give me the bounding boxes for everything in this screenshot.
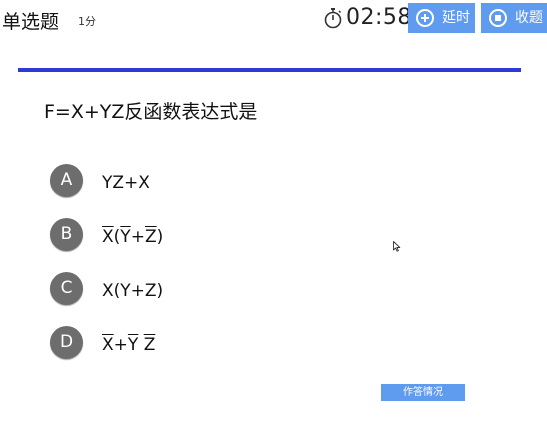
collect-answers-button[interactable]: 收题	[481, 3, 547, 33]
option-a[interactable]: A YZ+X	[50, 164, 350, 198]
option-d-part: Y	[127, 335, 139, 355]
option-d-badge: D	[50, 326, 83, 359]
question-text: F=X+YZ反函数表达式是	[44, 101, 258, 123]
stopwatch-icon	[323, 7, 343, 29]
option-d-text: X+Y Z	[102, 334, 155, 356]
plus-circle-icon	[416, 9, 434, 27]
option-b-part: Y	[120, 227, 131, 247]
option-c-badge: C	[50, 272, 83, 305]
extend-time-label: 延时	[442, 10, 470, 26]
timer-text: 02:58	[346, 5, 412, 30]
option-a-part: YZ+X	[102, 173, 150, 193]
option-d-part: Z	[143, 335, 156, 355]
option-b-text: X(Y+Z)	[102, 226, 163, 248]
option-b-part: Z	[144, 227, 157, 247]
header-divider	[18, 68, 521, 72]
option-c-text: X(Y+Z)	[102, 280, 163, 302]
option-a-text: YZ+X	[102, 172, 150, 194]
option-b-part: +	[130, 227, 145, 247]
option-b-part: X	[102, 227, 114, 247]
option-b-badge: B	[50, 218, 83, 251]
question-type: 单选题	[2, 11, 60, 33]
option-c-part: X(Y+Z)	[102, 281, 164, 301]
answer-status-button[interactable]: 作答情况	[381, 384, 465, 401]
extend-time-button[interactable]: 延时	[408, 3, 475, 33]
option-b-part: )	[156, 227, 164, 247]
question-score: 1分	[78, 15, 96, 28]
stop-circle-icon	[489, 9, 507, 27]
option-c[interactable]: C X(Y+Z)	[50, 272, 350, 306]
countdown-timer: 02:58	[323, 4, 412, 32]
collect-answers-label: 收题	[515, 10, 543, 26]
option-a-badge: A	[50, 164, 83, 197]
option-d[interactable]: D X+Y Z	[50, 326, 350, 360]
option-d-part: +	[113, 335, 128, 355]
mouse-pointer-icon	[393, 237, 401, 256]
option-b[interactable]: B X(Y+Z)	[50, 218, 350, 252]
option-d-part: X	[102, 335, 114, 355]
